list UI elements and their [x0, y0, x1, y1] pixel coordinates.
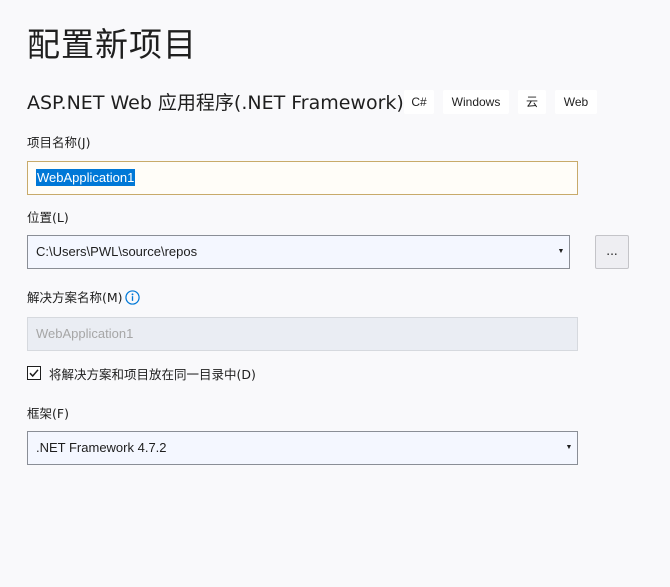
page-title: 配置新项目: [27, 25, 197, 64]
framework-value: .NET Framework 4.7.2: [36, 440, 167, 455]
project-name-value: WebApplication1: [36, 169, 136, 186]
same-directory-label[interactable]: 将解决方案和项目放在同一目录中(D): [49, 366, 256, 384]
solution-name-value: WebApplication1: [36, 326, 134, 341]
chevron-down-icon[interactable]: ▼: [557, 236, 565, 268]
template-name: ASP.NET Web 应用程序(.NET Framework): [27, 92, 404, 114]
location-combobox[interactable]: C:\Users\PWL\source\repos ▼: [27, 235, 570, 269]
framework-dropdown[interactable]: .NET Framework 4.7.2 ▼: [27, 431, 578, 465]
check-icon: [29, 369, 39, 378]
location-value: C:\Users\PWL\source\repos: [36, 244, 198, 259]
framework-label: 框架(F): [27, 406, 69, 421]
solution-name-label: 解决方案名称(M): [27, 290, 123, 305]
tag-cloud: 云: [518, 90, 546, 114]
browse-button[interactable]: ...: [595, 235, 629, 269]
project-name-label: 项目名称(J): [27, 135, 91, 150]
same-directory-checkbox[interactable]: [27, 366, 41, 380]
chevron-down-icon[interactable]: ▼: [565, 432, 573, 464]
tag-windows: Windows: [443, 90, 509, 114]
tag-web: Web: [555, 90, 597, 114]
info-icon[interactable]: [125, 290, 140, 305]
tag-csharp: C#: [404, 90, 434, 114]
location-label: 位置(L): [27, 210, 69, 225]
solution-name-input[interactable]: WebApplication1: [27, 317, 578, 351]
project-name-input[interactable]: WebApplication1: [27, 161, 578, 195]
